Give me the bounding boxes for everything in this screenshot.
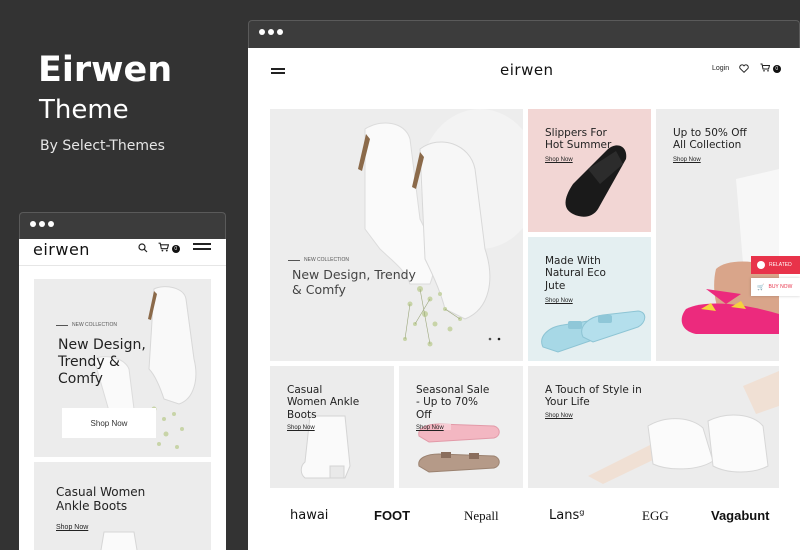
mobile-hero-title-line: New Design, — [58, 337, 146, 353]
mobile-preview-window: eirwen 0 NEW COLLECTION New Design, Tren… — [19, 212, 226, 550]
promo-title-line: Made With — [545, 255, 601, 267]
mobile-hero-title: New Design, Trendy & Comfy — [58, 337, 146, 387]
promo-tile-title: Slippers For Hot Summer — [545, 127, 611, 152]
hero-title-line: New Design, Trendy — [292, 267, 416, 282]
search-icon[interactable] — [138, 243, 148, 256]
promo-title-line: Hot Summer — [545, 139, 612, 152]
mobile-cart-button[interactable]: 0 — [158, 242, 180, 255]
hamburger-menu-icon[interactable] — [271, 68, 285, 74]
hero-eyebrow: NEW COLLECTION — [288, 257, 349, 263]
promo-tile-sale[interactable]: Up to 50% Off All Collection Shop Now — [656, 109, 779, 361]
promo-tile-title: Made With Natural Eco Jute — [545, 255, 606, 292]
buy-now-tab-label: BUY NOW — [768, 284, 793, 290]
buy-now-side-tab[interactable]: 🛒 BUY NOW — [751, 278, 800, 296]
promo-title-line: All Collection — [673, 139, 742, 152]
mobile-window-bar — [19, 212, 226, 239]
window-dots — [259, 29, 283, 35]
mobile-hero-shop-now-button[interactable]: Shop Now — [62, 408, 156, 438]
mobile-site-logo[interactable]: eirwen — [33, 240, 90, 259]
related-icon — [757, 261, 765, 269]
mobile-shop-now-link[interactable]: Shop Now — [56, 524, 88, 531]
promo-title-line: A Touch of Style in — [545, 384, 642, 396]
hero-banner[interactable]: NEW COLLECTION New Design, Trendy & Comf… — [270, 109, 523, 361]
hero-eyebrow-text: NEW COLLECTION — [304, 257, 350, 263]
brand-logo[interactable]: Vagabunt — [711, 508, 770, 523]
promo-title-line: Jute — [545, 279, 566, 292]
promo-title-line: Up to 50% Off — [673, 127, 747, 139]
promo-title-line: Natural Eco — [545, 267, 606, 280]
promo-title-line: Women Ankle — [287, 396, 360, 409]
cart-button[interactable]: 0 — [760, 63, 781, 75]
promo-tile-ankle-boots[interactable]: Casual Women Ankle Boots Shop Now — [270, 366, 394, 488]
promo-tile-slippers[interactable]: Slippers For Hot Summer Shop Now — [528, 109, 651, 232]
desktop-page: eirwen Login 0 NEW COLLECTION New Design… — [248, 48, 800, 550]
buy-cart-icon: 🛒 — [757, 284, 765, 291]
brand-logo[interactable]: FOOT — [374, 508, 410, 523]
eyebrow-line — [56, 324, 68, 326]
shop-now-link[interactable]: Shop Now — [416, 425, 444, 431]
window-dot — [277, 29, 283, 35]
window-dot — [30, 221, 36, 227]
promo-tile-touch-of-style[interactable]: A Touch of Style in Your Life Shop Now — [528, 366, 779, 488]
shop-now-link[interactable]: Shop Now — [673, 157, 701, 163]
shop-now-link[interactable]: Shop Now — [545, 413, 573, 419]
mobile-hero-eyebrow: NEW COLLECTION — [56, 322, 117, 328]
shop-now-link[interactable]: Shop Now — [545, 298, 573, 304]
mobile-hero-eyebrow-text: NEW COLLECTION — [72, 322, 118, 328]
window-dot — [259, 29, 265, 35]
hero-boots-image — [270, 109, 523, 361]
promo-tile-title: Casual Women Ankle Boots — [287, 384, 359, 421]
promo-title-line: Seasonal Sale — [416, 384, 490, 396]
eyebrow-line — [288, 259, 300, 261]
theme-subtitle: Theme — [39, 95, 129, 125]
wishlist-heart-icon[interactable] — [739, 64, 749, 76]
login-link[interactable]: Login — [712, 65, 729, 72]
theme-title: Eirwen — [38, 50, 173, 90]
promo-title-line: - Up to 70% — [416, 396, 479, 409]
hero-title-line: & Comfy — [292, 282, 346, 297]
mobile-hamburger-menu-icon[interactable] — [193, 243, 211, 250]
brand-logo[interactable]: EGG — [642, 508, 669, 524]
window-dot — [268, 29, 274, 35]
promo-tile-seasonal-sale[interactable]: Seasonal Sale - Up to 70% Off Shop Now — [399, 366, 523, 488]
mobile-promo-title-line: Ankle Boots — [56, 499, 128, 514]
cart-icon — [158, 242, 170, 252]
mobile-page: eirwen 0 NEW COLLECTION New Design, Tren… — [19, 239, 226, 550]
promo-title-line: Slippers For — [545, 127, 607, 139]
promo-title-line: Off — [416, 408, 432, 421]
related-tab-label: RELATED — [769, 262, 792, 268]
desktop-preview-window: eirwen Login 0 NEW COLLECTION New Design… — [248, 20, 800, 550]
shop-now-link[interactable]: Shop Now — [545, 157, 573, 163]
promo-tile-title: Seasonal Sale - Up to 70% Off — [416, 384, 489, 421]
brand-logo[interactable]: Lansᵍ — [549, 508, 585, 523]
desktop-window-bar — [248, 20, 800, 48]
shop-now-link[interactable]: Shop Now — [287, 425, 315, 431]
mobile-promo-title-line: Casual Women — [56, 485, 146, 499]
cart-count-badge: 0 — [772, 65, 781, 74]
window-dot — [48, 221, 54, 227]
promo-title-line: Boots — [287, 408, 317, 421]
window-dot — [39, 221, 45, 227]
brand-logo[interactable]: hawai — [290, 508, 328, 523]
mobile-hero-title-line: Comfy — [58, 370, 103, 387]
cart-icon — [760, 63, 771, 72]
site-logo[interactable]: eirwen — [500, 61, 554, 79]
window-dots — [30, 221, 54, 227]
promo-title-line: Casual — [287, 384, 323, 396]
mobile-hero-banner[interactable]: NEW COLLECTION New Design, Trendy & Comf… — [34, 279, 211, 457]
promo-tile-title: Up to 50% Off All Collection — [673, 127, 747, 152]
mobile-promo-title: Casual Women Ankle Boots — [56, 485, 145, 514]
header-divider — [19, 265, 226, 266]
promo-tile-title: A Touch of Style in Your Life — [545, 384, 642, 409]
brand-logos-row: hawai FOOT Nepall Lansᵍ EGG Vagabunt — [248, 508, 800, 548]
brand-logo[interactable]: Nepall — [464, 508, 499, 524]
related-side-tab[interactable]: RELATED — [751, 256, 800, 274]
theme-author: By Select-Themes — [40, 138, 165, 154]
promo-title-line: Your Life — [545, 396, 590, 409]
promo-tile-eco[interactable]: Made With Natural Eco Jute Shop Now — [528, 237, 651, 361]
mobile-promo-tile-ankle-boots[interactable]: Casual Women Ankle Boots Shop Now — [34, 462, 211, 550]
hero-title: New Design, Trendy & Comfy — [292, 267, 416, 297]
mobile-hero-title-line: Trendy & — [58, 353, 120, 370]
cart-count-badge: 0 — [171, 245, 180, 254]
